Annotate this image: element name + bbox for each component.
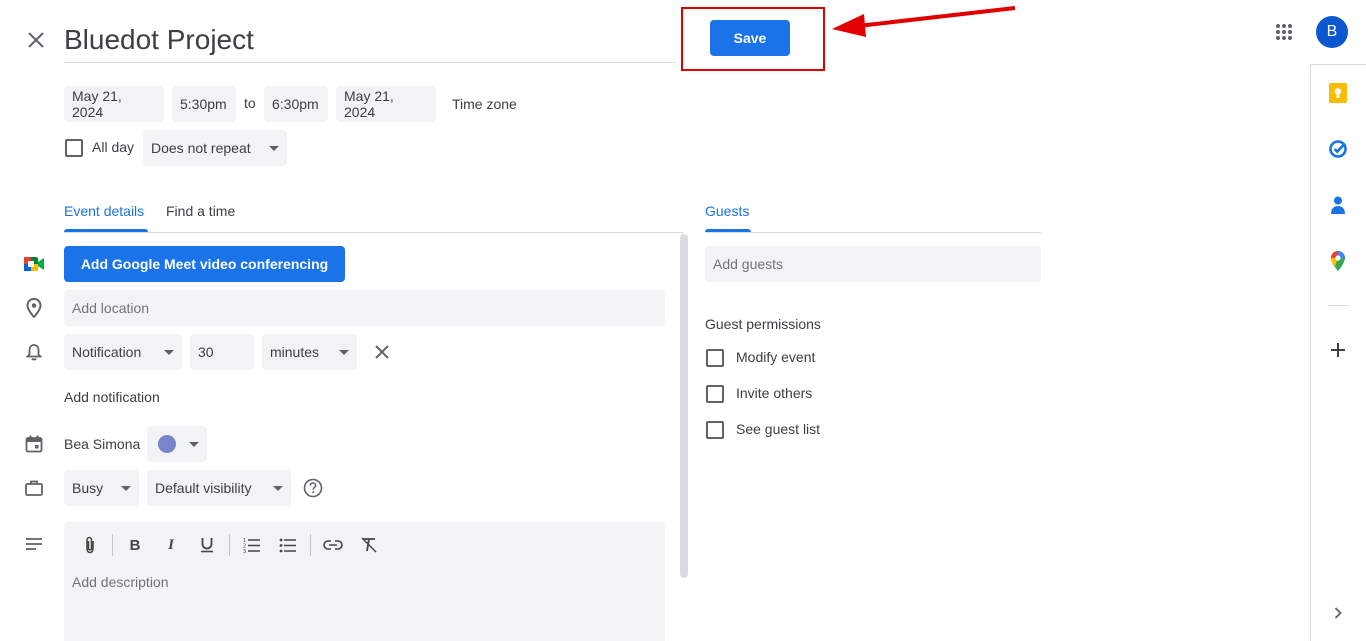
permission-see-guest-list-checkbox[interactable] (706, 421, 724, 439)
repeat-dropdown[interactable]: Does not repeat (143, 130, 287, 166)
visibility-dropdown[interactable]: Default visibility (147, 470, 291, 506)
annotation-highlight-box (681, 7, 825, 71)
add-guests-input[interactable]: Add guests (705, 246, 1041, 282)
notification-type: Notification (72, 344, 142, 360)
link-icon[interactable] (321, 533, 345, 557)
availability-dropdown[interactable]: Busy (64, 470, 139, 506)
side-panel-separator (1328, 305, 1350, 306)
to-label: to (244, 95, 256, 111)
toolbar-divider (310, 534, 311, 556)
apps-grid-icon[interactable] (1272, 20, 1296, 44)
description-icon (22, 532, 46, 556)
location-pin-icon (22, 296, 46, 320)
calendar-color-dropdown[interactable] (147, 426, 207, 462)
chevron-down-icon (273, 485, 283, 491)
underline-icon[interactable] (195, 533, 219, 557)
notification-amount-input[interactable]: 30 (190, 334, 254, 370)
annotation-arrow (832, 6, 1016, 37)
end-date-chip[interactable]: May 21, 2024 (336, 86, 436, 122)
permission-modify-event-checkbox[interactable] (706, 349, 724, 367)
italic-icon[interactable]: I (159, 533, 183, 557)
tab-guests[interactable]: Guests (705, 203, 749, 219)
add-meet-label: Add Google Meet video conferencing (80, 256, 329, 272)
calendar-owner-name: Bea Simona (64, 436, 141, 452)
notification-type-dropdown[interactable]: Notification (64, 334, 182, 370)
location-placeholder: Add location (72, 300, 150, 316)
start-date: May 21, 2024 (72, 88, 122, 120)
permission-invite-others-label: Invite others (736, 385, 813, 401)
attachment-icon[interactable] (78, 533, 102, 557)
svg-text:3: 3 (243, 549, 246, 553)
event-title: Bluedot Project (64, 24, 254, 55)
clear-formatting-icon[interactable] (357, 533, 381, 557)
maps-icon[interactable] (1326, 249, 1350, 273)
start-time-chip[interactable]: 5:30pm (172, 86, 236, 122)
tab-find-a-time[interactable]: Find a time (166, 203, 235, 219)
chevron-down-icon (339, 349, 349, 355)
guest-permissions-title: Guest permissions (705, 316, 821, 332)
guests-tabs-divider (705, 232, 1041, 233)
end-date: May 21, 2024 (344, 88, 394, 120)
google-meet-icon (22, 252, 46, 276)
notification-unit-dropdown[interactable]: minutes (262, 334, 357, 370)
tabs-divider (64, 232, 684, 233)
close-icon[interactable] (24, 28, 48, 52)
avatar[interactable]: B (1316, 16, 1348, 48)
permission-invite-others-checkbox[interactable] (706, 385, 724, 403)
briefcase-icon (22, 476, 46, 500)
visibility-value: Default visibility (155, 480, 252, 496)
details-scrollbar[interactable] (680, 234, 688, 578)
chevron-down-icon (189, 441, 199, 447)
all-day-label: All day (92, 139, 135, 155)
bold-icon[interactable]: B (123, 533, 147, 557)
notification-unit: minutes (270, 344, 320, 360)
calendar-color-swatch (158, 435, 176, 453)
tasks-icon[interactable] (1326, 137, 1350, 161)
end-time: 6:30pm (272, 96, 319, 112)
add-notification-link[interactable]: Add notification (64, 389, 160, 405)
description-placeholder: Add description (72, 574, 169, 590)
start-date-chip[interactable]: May 21, 2024 (64, 86, 164, 122)
notification-amount: 30 (198, 344, 214, 360)
calendar-icon (22, 432, 46, 456)
all-day-checkbox[interactable] (65, 139, 83, 157)
toolbar-divider (229, 534, 230, 556)
avatar-letter: B (1326, 23, 1338, 40)
help-icon[interactable] (301, 476, 325, 500)
contacts-icon[interactable] (1326, 193, 1350, 217)
location-input[interactable]: Add location (64, 290, 665, 326)
bulleted-list-icon[interactable] (276, 533, 300, 557)
permission-see-guest-list-label: See guest list (736, 421, 821, 437)
end-time-chip[interactable]: 6:30pm (264, 86, 328, 122)
chevron-down-icon (164, 349, 174, 355)
remove-notification-icon[interactable] (370, 340, 394, 364)
add-addon-icon[interactable] (1326, 338, 1350, 362)
start-time: 5:30pm (180, 96, 227, 112)
bell-icon (22, 340, 46, 364)
description-editor[interactable]: B I 123 Add description (64, 522, 665, 641)
permission-modify-event-label: Modify event (736, 349, 816, 365)
tab-event-details[interactable]: Event details (64, 203, 144, 219)
add-guests-placeholder: Add guests (713, 256, 784, 272)
numbered-list-icon[interactable]: 123 (240, 533, 264, 557)
chevron-down-icon (121, 485, 131, 491)
toolbar-divider (112, 534, 113, 556)
keep-icon[interactable] (1326, 81, 1350, 105)
timezone-link[interactable]: Time zone (452, 96, 517, 112)
add-meet-button[interactable]: Add Google Meet video conferencing (64, 246, 345, 282)
side-panel-divider (1310, 64, 1311, 641)
side-panel-top-divider (1310, 64, 1366, 65)
repeat-value: Does not repeat (151, 140, 251, 156)
event-title-input[interactable]: Bluedot Project (64, 18, 676, 63)
chevron-down-icon (269, 145, 279, 151)
chevron-right-icon[interactable] (1326, 601, 1350, 625)
availability-value: Busy (72, 480, 104, 496)
